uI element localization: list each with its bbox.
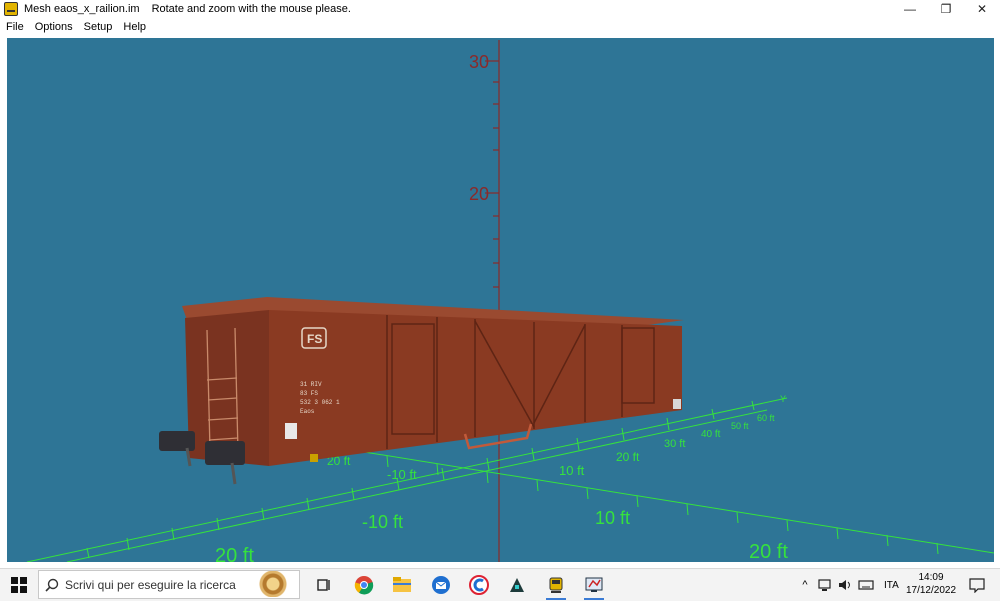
dark-app-button[interactable] [498,569,536,601]
wagon-marking-3: 532 3 062 1 [300,399,340,406]
keyboard-icon[interactable] [858,578,874,592]
close-icon: ✕ [976,2,988,16]
minimize-icon: — [904,2,916,16]
menu-file[interactable]: File [0,21,29,33]
network-icon[interactable] [818,578,834,592]
grid-label-far-60: 60 ft [757,413,775,423]
wagon-marking-1: 31 RIV [300,381,322,388]
chevron-up-icon[interactable]: ^ [796,579,814,591]
ccleaner-button[interactable] [460,569,498,601]
restore-icon: ❐ [940,2,952,16]
fs-logo: FS [307,332,322,346]
window-hint: Rotate and zoom with the mouse please. [151,3,351,15]
folder-icon [393,577,411,592]
dark-app-icon [510,578,524,592]
train-app-button[interactable] [537,569,575,601]
task-view-icon [317,579,330,591]
window-controls: — ❐ ✕ [892,0,1000,18]
grid-label-far-10: 10 ft [559,463,585,478]
window-title: Mesh eaos_x_railion.im [24,3,140,15]
restore-button[interactable]: ❐ [928,0,964,18]
train-icon [549,577,563,593]
wagon-marking-4: Eaos [300,408,315,415]
3d-viewport[interactable]: 30 20 20 ft -10 ft 10 ft 20 ft 20 ft -10… [7,38,994,562]
wagon-label-plate [285,423,297,439]
wagon-marking-2: 83 FS [300,390,318,397]
windows-icon [11,577,27,593]
clock-time: 14:09 [918,572,944,583]
grid-label-near-minus-20: 20 ft [215,545,254,562]
volume-icon[interactable] [838,578,854,592]
app-icon [4,2,18,16]
title-bar: Mesh eaos_x_railion.im Rotate and zoom w… [0,0,1000,18]
grid-label-near-10: 10 ft [595,508,630,528]
mesh-viewer-icon [585,577,603,592]
wagon-end-plate [673,399,681,409]
start-button[interactable] [0,569,38,601]
wagon-coupling [310,454,318,462]
file-explorer-button[interactable] [383,569,421,601]
minimize-button[interactable]: — [892,0,928,18]
ccleaner-icon [469,575,489,595]
grid-label-far-20: 20 ft [616,450,640,464]
grid-label-near-20: 20 ft [749,541,788,562]
close-button[interactable]: ✕ [964,0,1000,18]
menu-bar: File Options Setup Help [0,18,1000,35]
search-icon [39,570,65,599]
menu-options[interactable]: Options [29,21,78,33]
scene-svg: 30 20 20 ft -10 ft 10 ft 20 ft 20 ft -10… [26,40,994,562]
notification-icon [969,578,985,593]
language-indicator[interactable]: ITA [884,580,899,591]
axis-label-30: 30 [469,52,489,72]
axis-label-20: 20 [469,184,489,204]
chrome-icon [354,576,374,595]
thunderbird-button[interactable] [422,569,460,601]
grid-label-far-minus-10: -10 ft [387,467,417,482]
chrome-button[interactable] [345,569,383,601]
clock-date: 17/12/2022 [905,585,957,596]
grid-label-y-axis: Y [780,394,786,404]
notifications-button[interactable] [962,569,992,601]
task-view-button[interactable] [305,569,343,601]
menu-help[interactable]: Help [117,21,151,33]
system-tray: ^ ITA [796,569,899,601]
thunderbird-icon [432,576,450,594]
menu-setup[interactable]: Setup [78,21,118,33]
search-placeholder: Scrivi qui per eseguire la ricerca [65,577,236,592]
freight-wagon-model: FS 31 RIV 83 FS 532 3 062 1 Eaos [159,297,684,485]
taskbar: Scrivi qui per eseguire la ricerca ^ ITA… [0,568,1000,601]
grid-label-far-40: 40 ft [701,429,721,440]
grid-label-far-30: 30 ft [664,438,685,450]
clock[interactable]: 14:09 17/12/2022 [900,571,962,597]
mesh-viewer-button[interactable] [575,569,613,601]
grid-label-far-50: 50 ft [731,421,749,431]
grid-label-near-minus-10: -10 ft [362,512,403,532]
vertical-axis [485,40,500,562]
search-highlight-icon[interactable] [248,571,298,597]
